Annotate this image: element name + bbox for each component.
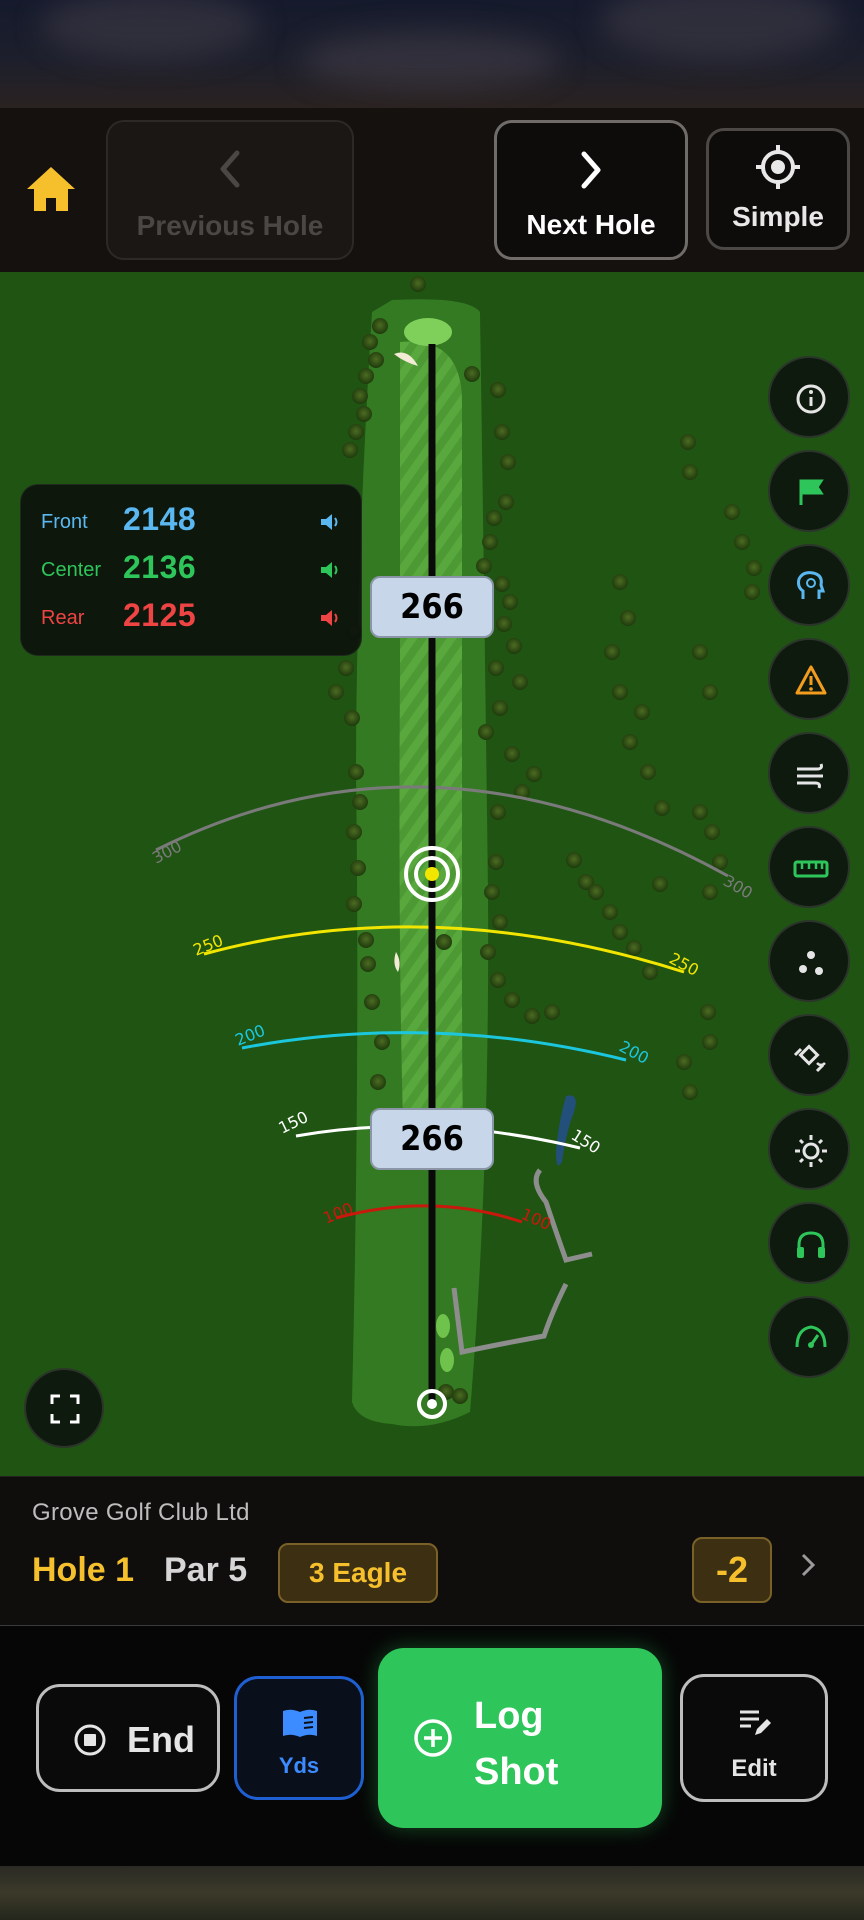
end-round-button[interactable]: End: [36, 1684, 220, 1792]
dots-icon: [799, 951, 823, 975]
brightness-icon: [795, 1135, 827, 1167]
chevron-right-icon: [581, 151, 601, 189]
crosshair-icon: [756, 145, 800, 189]
gps-button[interactable]: [768, 1014, 850, 1096]
hazard-icon: [795, 665, 827, 695]
center-value: 2136: [123, 549, 197, 585]
tee-yardage-box[interactable]: 266: [370, 1108, 494, 1170]
end-round-label: End: [127, 1719, 195, 1760]
sky-background: [0, 0, 864, 110]
rear-value: 2125: [123, 597, 197, 633]
caddie-icon: [797, 571, 826, 599]
add-circle-icon: [414, 1719, 452, 1757]
log-shot-label: Log Shot: [474, 1688, 558, 1800]
wind-icon: [797, 763, 823, 789]
rear-distance-row: Rear 2125: [21, 593, 361, 641]
wind-button[interactable]: [768, 732, 850, 814]
units-toggle-button[interactable]: Yds: [234, 1676, 364, 1800]
log-shot-button[interactable]: Log Shot: [378, 1648, 662, 1828]
simple-mode-label: Simple: [732, 201, 824, 232]
front-value: 2148: [123, 501, 197, 537]
hole-number: Hole 1: [32, 1551, 135, 1589]
fullscreen-button[interactable]: [24, 1368, 104, 1448]
front-distance-row: Front 2148: [21, 497, 361, 545]
club-name: Grove Golf Club Ltd: [32, 1499, 250, 1526]
green: [404, 318, 452, 346]
center-distance-row: Center 2136: [21, 545, 361, 593]
audio-button[interactable]: [768, 1202, 850, 1284]
brightness-button[interactable]: [768, 1108, 850, 1190]
ground-background: [0, 1866, 864, 1920]
info-icon: [796, 384, 826, 414]
rear-label: Rear: [41, 607, 85, 629]
speaker-icon[interactable]: [319, 559, 341, 581]
home-icon[interactable]: [24, 164, 78, 214]
units-label: Yds: [278, 1753, 320, 1778]
front-label: Front: [41, 511, 88, 533]
target-yardage-box[interactable]: 266: [370, 576, 494, 638]
flag-icon: [799, 479, 824, 505]
total-score-badge[interactable]: -2: [692, 1537, 772, 1603]
chevron-left-icon: [220, 150, 240, 188]
shot-dispersion-button[interactable]: [768, 920, 850, 1002]
info-button[interactable]: [768, 356, 850, 438]
action-bar: End Yds Log Shot Edit: [0, 1626, 864, 1866]
hole-info-bar: Grove Golf Club Ltd Hole 1 Par 5 3 Eagle…: [0, 1476, 864, 1626]
stop-icon: [74, 1724, 106, 1756]
green-distances-panel: Front 2148 Center 2136 Rear 2125: [20, 484, 362, 656]
speaker-icon[interactable]: [319, 511, 341, 533]
hole-map[interactable]: 300 300 250 250 200 200 150 150 100 100 …: [0, 272, 864, 1476]
next-hole-label: Next Hole: [526, 209, 656, 240]
chevron-right-icon[interactable]: [798, 1551, 818, 1579]
hole-score-badge[interactable]: 3 Eagle: [278, 1543, 438, 1603]
edit-label: Edit: [731, 1755, 777, 1782]
previous-hole-button[interactable]: Previous Hole: [106, 120, 354, 260]
hole-par: Par 5: [164, 1551, 248, 1589]
ai-caddie-button[interactable]: [768, 1296, 850, 1378]
next-hole-button[interactable]: Next Hole: [494, 120, 688, 260]
log-shot-label-line2: Shot: [474, 1751, 559, 1793]
headset-icon: [797, 1231, 825, 1258]
flag-button[interactable]: [768, 450, 850, 532]
speedometer-icon: [795, 1325, 827, 1348]
speaker-icon[interactable]: [319, 607, 341, 629]
hazard-button[interactable]: [768, 638, 850, 720]
book-icon: [283, 1709, 317, 1737]
simple-mode-button[interactable]: Simple: [706, 128, 850, 250]
caddie-button[interactable]: [768, 544, 850, 626]
measure-button[interactable]: [768, 826, 850, 908]
previous-hole-label: Previous Hole: [136, 210, 324, 241]
gps-icon: [793, 1044, 826, 1073]
edit-button[interactable]: Edit: [680, 1674, 828, 1802]
top-nav-bar: Previous Hole Next Hole Simple: [0, 108, 864, 272]
course-layout: 300 300 250 250 200 200 150 150 100 100: [0, 272, 864, 1476]
log-shot-label-line1: Log: [474, 1695, 544, 1737]
ruler-icon: [793, 860, 829, 878]
center-label: Center: [41, 559, 102, 581]
fullscreen-icon: [50, 1394, 80, 1424]
edit-icon: [740, 1710, 771, 1735]
